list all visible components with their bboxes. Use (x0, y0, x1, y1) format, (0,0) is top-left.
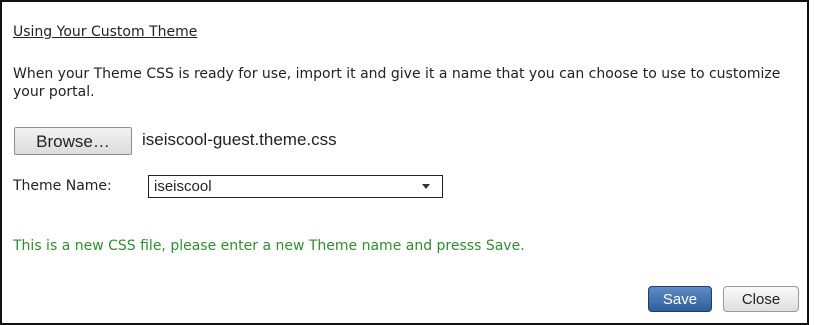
theme-name-select[interactable]: iseiscool (148, 175, 443, 198)
theme-name-value: iseiscool (154, 178, 212, 195)
browse-button[interactable]: Browse… (14, 127, 132, 155)
section-heading: Using Your Custom Theme (13, 24, 198, 40)
close-button[interactable]: Close (723, 286, 799, 312)
selected-file-name: iseiscool-guest.theme.css (142, 130, 337, 149)
new-css-status-message: This is a new CSS file, please enter a n… (13, 238, 525, 254)
save-button[interactable]: Save (648, 286, 712, 312)
theme-description: When your Theme CSS is ready for use, im… (13, 66, 781, 100)
chevron-down-icon (422, 184, 430, 189)
theme-name-label: Theme Name: (13, 178, 112, 194)
custom-theme-panel: Using Your Custom Theme When your Theme … (0, 0, 809, 325)
